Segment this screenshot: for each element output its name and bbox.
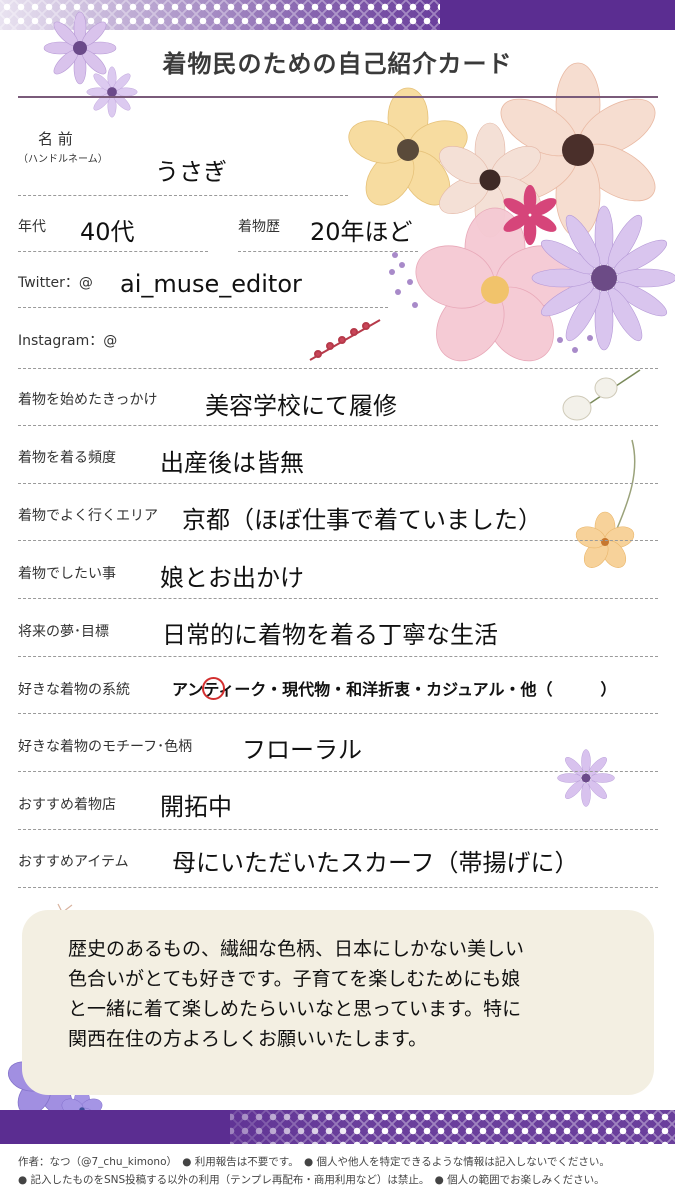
row-divider (18, 829, 658, 830)
twitter-value: ai_muse_editor (120, 270, 302, 298)
trigger-value: 美容学校にて履修 (205, 392, 397, 420)
kimono-history-value: 20年ほど (310, 218, 413, 246)
bottom-solid-band (0, 1110, 230, 1144)
row-divider (238, 251, 418, 252)
orange-flower-icon (575, 511, 635, 568)
name-value: うさぎ (155, 158, 227, 186)
want-to-do-label: 着物でしたい事 (18, 566, 116, 582)
message-line: と一緒に着て楽しめたらいいなと思っています。特に (68, 998, 522, 1020)
red-sprig-icon (309, 319, 381, 361)
footer-line: 作者：なつ（@7_chu_kimono） ● 利用報告は不要です。 ● 個人や他… (18, 1156, 610, 1168)
row-divider (18, 598, 658, 599)
style-label: 好きな着物の系統 (18, 682, 130, 698)
stem-icon (611, 439, 636, 541)
age-label: 年代 (18, 219, 46, 235)
frequency-label: 着物を着る頻度 (18, 450, 116, 466)
row-divider (18, 656, 658, 657)
row-divider (18, 771, 658, 772)
row-divider (18, 195, 348, 196)
want-to-do-value: 娘とお出かけ (160, 564, 304, 592)
kimono-history-label: 着物歴 (238, 219, 280, 235)
row-divider (18, 368, 658, 369)
message-line: 歴史のあるもの、繊細な色柄、日本にしかない美しい (68, 938, 525, 960)
style-value: アンティーク・現代物・和洋折衷・カジュアル・他（ ） (172, 680, 617, 699)
dream-label: 将来の夢･目標 (18, 624, 109, 640)
row-divider (18, 540, 658, 541)
frequency-value: 出産後は皆無 (160, 449, 304, 477)
footer-line: ● 記入したものをSNS投稿する以外の利用（テンプレ再配布・商用利用など）は禁止… (18, 1174, 605, 1186)
shop-label: おすすめ着物店 (18, 797, 116, 813)
motif-value: フローラル (242, 736, 362, 764)
age-value: 40代 (80, 218, 135, 246)
name-label: 名 前 (38, 130, 73, 148)
item-value: 母にいただいたスカーフ（帯揚げに） (172, 849, 579, 877)
area-label: 着物でよく行くエリア (18, 508, 158, 524)
card-title: 着物民のための自己紹介カード (162, 50, 513, 78)
white-bud-icon (562, 369, 641, 421)
message-text: 歴史のあるもの、繊細な色柄、日本にしかない美しい 色合いがとても好きです。子育て… (68, 934, 628, 1054)
small-purple-flower-icon (557, 749, 615, 807)
row-divider (18, 307, 388, 308)
area-value: 京都（ほぼ仕事で着ていました） (182, 506, 542, 534)
row-divider (18, 251, 208, 252)
item-label: おすすめアイテム (18, 854, 129, 870)
selection-circle (202, 677, 225, 700)
message-line: 色合いがとても好きです。子育てを楽しむためにも娘 (68, 968, 521, 990)
row-divider (18, 483, 658, 484)
name-sublabel: （ハンドルネーム） (18, 154, 108, 165)
shop-value: 開拓中 (160, 793, 232, 821)
trigger-label: 着物を始めたきっかけ (18, 392, 158, 408)
motif-label: 好きな着物のモチーフ･色柄 (18, 739, 193, 755)
instagram-label: Instagram：@ (18, 333, 118, 349)
message-line: 関西在住の方よろしくお願いいたします。 (68, 1028, 428, 1050)
dream-value: 日常的に着物を着る丁寧な生活 (162, 621, 498, 649)
title-divider (18, 96, 658, 98)
twitter-label: Twitter：@ (18, 275, 93, 291)
pink-flower-icon (415, 207, 575, 362)
row-divider (18, 713, 658, 714)
row-divider (18, 887, 658, 888)
row-divider (18, 425, 658, 426)
bottom-pattern-fade (230, 1110, 675, 1144)
footer-notes: 作者：なつ（@7_chu_kimono） ● 利用報告は不要です。 ● 個人や他… (0, 1153, 675, 1189)
